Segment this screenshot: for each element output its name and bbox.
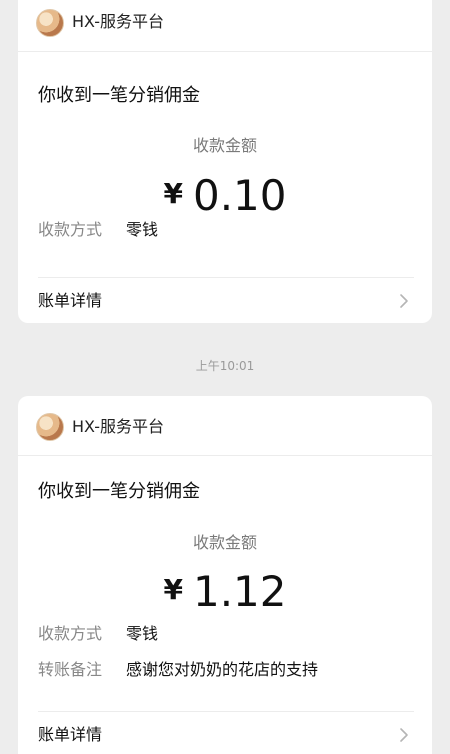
row-key: 转账备注: [38, 660, 103, 679]
payment-method-row: 收款方式 零钱: [38, 218, 412, 242]
payment-method-row: 收款方式 零钱: [38, 622, 412, 646]
bill-details-link[interactable]: 账单详情: [38, 711, 414, 754]
currency-symbol: ¥: [163, 573, 183, 606]
amount-value: ¥1.12: [18, 566, 432, 616]
currency-symbol: ¥: [163, 177, 183, 210]
bill-details-label[interactable]: 账单详情: [38, 724, 102, 746]
row-value: 感谢您对奶奶的花店的支持: [126, 660, 319, 679]
card-header[interactable]: HX-服务平台: [18, 0, 432, 52]
payment-notification-card[interactable]: HX-服务平台 你收到一笔分销佣金 收款金额 ¥1.12 收款方式 零钱 转账备…: [18, 396, 432, 754]
message-title: 你收到一笔分销佣金: [38, 481, 200, 502]
bill-details-label[interactable]: 账单详情: [38, 290, 102, 312]
chat-screen: HX-服务平台 你收到一笔分销佣金 收款金额 ¥0.10 收款方式 零钱 账单详…: [0, 0, 450, 754]
app-avatar-icon[interactable]: [36, 9, 64, 37]
app-avatar-icon[interactable]: [36, 413, 64, 441]
bill-details-link[interactable]: 账单详情: [38, 277, 414, 323]
app-name[interactable]: HX-服务平台: [72, 12, 164, 32]
chevron-right-icon[interactable]: [394, 724, 414, 746]
row-value: 零钱: [126, 220, 159, 239]
amount-number: 1.12: [192, 567, 287, 616]
transfer-note-row: 转账备注 感谢您对奶奶的花店的支持: [38, 658, 412, 682]
app-name[interactable]: HX-服务平台: [72, 417, 164, 437]
payment-notification-card[interactable]: HX-服务平台 你收到一笔分销佣金 收款金额 ¥0.10 收款方式 零钱 账单详…: [18, 0, 432, 323]
message-timestamp: 上午10:01: [195, 359, 255, 373]
message-title: 你收到一笔分销佣金: [38, 85, 200, 106]
amount-number: 0.10: [192, 171, 287, 220]
amount-label: 收款金额: [192, 533, 257, 552]
amount-value: ¥0.10: [18, 170, 432, 220]
row-value: 零钱: [126, 624, 159, 643]
row-key: 收款方式: [38, 220, 103, 239]
chevron-right-icon[interactable]: [394, 290, 414, 312]
row-key: 收款方式: [38, 624, 103, 643]
card-header[interactable]: HX-服务平台: [18, 396, 432, 456]
amount-label: 收款金额: [192, 136, 257, 155]
